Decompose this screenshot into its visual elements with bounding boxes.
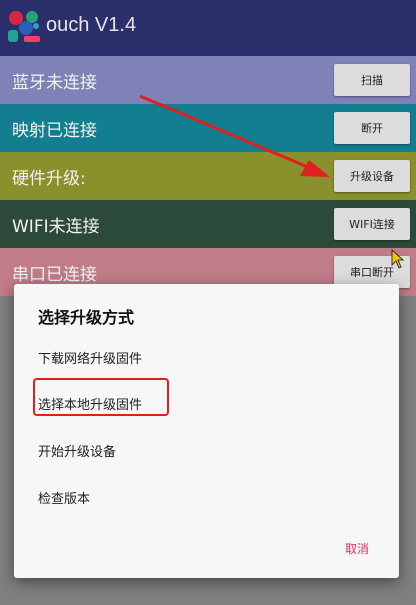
- dialog-title: 选择升级方式: [38, 308, 135, 327]
- bluetooth-status: 蓝牙未连接: [12, 73, 97, 93]
- firmware-upgrade-label: 硬件升级:: [12, 169, 86, 189]
- row-firmware: 硬件升级: 升级设备: [0, 152, 416, 200]
- scan-button[interactable]: 扫描: [334, 64, 410, 96]
- option-check-version[interactable]: 检查版本: [38, 488, 90, 507]
- upgrade-device-button[interactable]: 升级设备: [334, 160, 410, 192]
- row-wifi: WIFI未连接 WIFI连接: [0, 200, 416, 248]
- mouse-cursor-icon: [391, 249, 405, 269]
- app-title: ouch V1.4: [46, 14, 137, 36]
- option-start-upgrade[interactable]: 开始升级设备: [38, 441, 116, 460]
- option-download-network-firmware[interactable]: 下载网络升级固件: [38, 348, 142, 367]
- wifi-connect-button[interactable]: WIFI连接: [334, 208, 410, 240]
- serial-status: 串口已连接: [12, 265, 97, 285]
- app-logo-icon: [8, 11, 40, 42]
- upgrade-dialog: 选择升级方式 下载网络升级固件 选择本地升级固件 开始升级设备 检查版本 取消: [14, 284, 399, 578]
- annotation-highlight-box: [33, 378, 169, 416]
- wifi-status: WIFI未连接: [12, 217, 100, 237]
- mapping-status: 映射已连接: [12, 121, 97, 141]
- row-mapping: 映射已连接 断开: [0, 104, 416, 152]
- disconnect-button[interactable]: 断开: [334, 112, 410, 144]
- row-bluetooth: 蓝牙未连接 扫描: [0, 56, 416, 104]
- cancel-button[interactable]: 取消: [345, 540, 369, 557]
- app-bar: ouch V1.4: [0, 0, 416, 56]
